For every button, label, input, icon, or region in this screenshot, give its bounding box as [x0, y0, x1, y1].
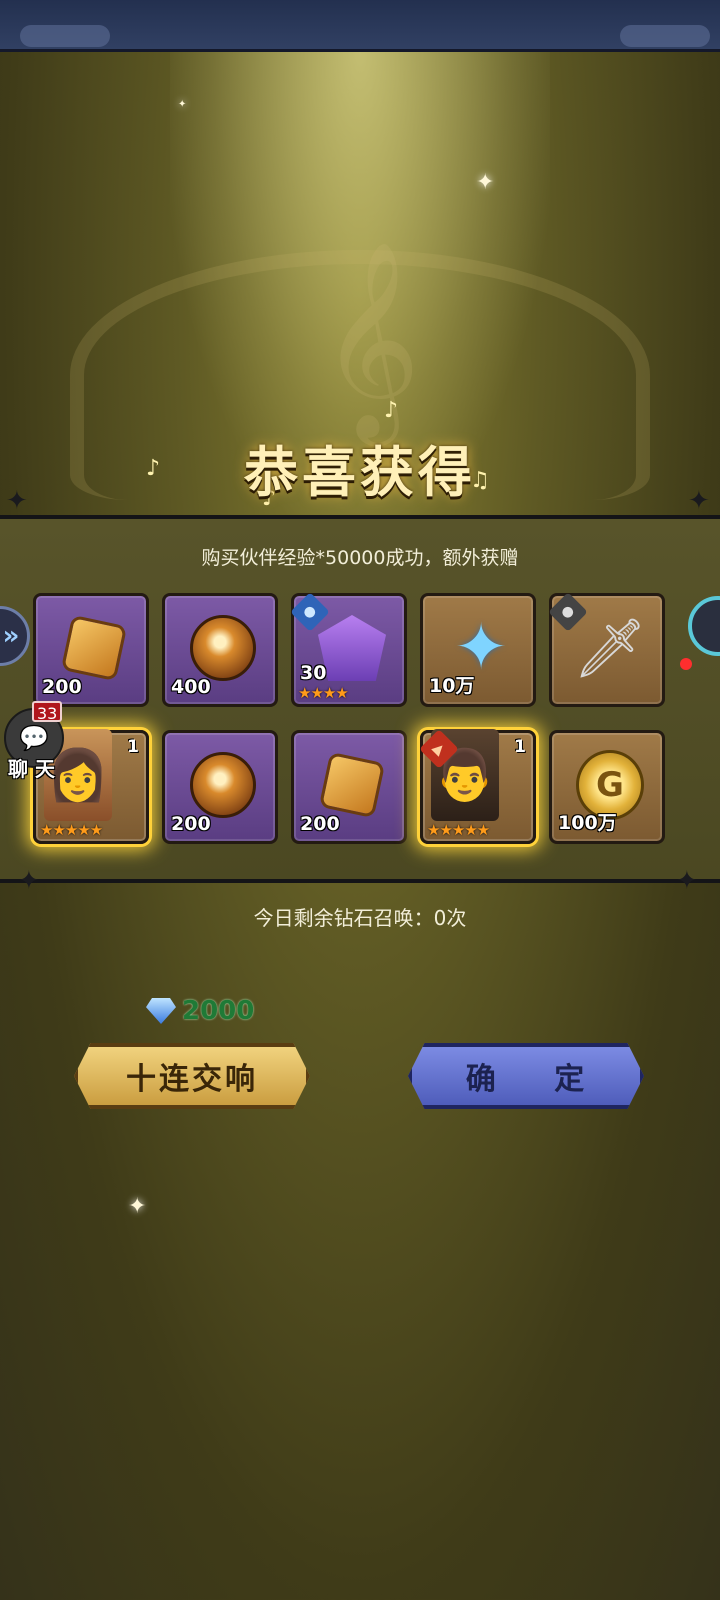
hooded-hero-shard-icon	[318, 614, 386, 682]
chat-unread-badge: 33	[32, 701, 63, 723]
chat-bubble-icon: 💬	[19, 724, 49, 752]
item-quantity: 200	[300, 813, 340, 835]
sparkle-icon: ✦	[476, 170, 495, 195]
ore-shard-icon	[60, 614, 128, 682]
sword-icon: 🗡	[573, 614, 647, 682]
reward-item-hero-man[interactable]: ▲ 👨 1 ★★★★★	[419, 729, 536, 844]
diamond-cost: 2000	[182, 996, 255, 1026]
treble-clef-emblem: 𝄞	[320, 240, 421, 438]
page-title: 恭喜获得	[244, 440, 476, 504]
item-quantity: 30	[300, 662, 327, 684]
item-quantity: 200	[42, 676, 82, 698]
remaining-summons-text: 今日剩余钻石召唤：0次	[253, 906, 467, 930]
reward-item-ore[interactable]: 200	[291, 730, 407, 844]
top-bar	[0, 0, 720, 52]
reward-item-sword[interactable]: ● 🗡	[548, 592, 665, 707]
ten-pull-button[interactable]: 十连交响	[74, 1043, 310, 1109]
reward-item-exp[interactable]: ✦ 10万	[420, 593, 536, 707]
corner-ornament-icon: ✦	[18, 866, 40, 896]
cloud-decoration	[20, 25, 110, 47]
ore-shard-icon	[318, 751, 386, 819]
item-count: 1	[514, 737, 526, 757]
reward-item-ore[interactable]: 200	[33, 593, 149, 707]
notification-dot	[680, 658, 692, 670]
chat-label: 聊 天	[8, 757, 55, 781]
reward-item-hero-shard[interactable]: ● 30 ★★★★	[290, 592, 407, 707]
item-count: 1	[127, 737, 139, 757]
item-stars: ★★★★	[298, 684, 349, 702]
reward-item-orb[interactable]: 400	[162, 593, 278, 707]
cloud-decoration	[620, 25, 710, 47]
diamond-icon	[146, 998, 176, 1024]
reward-message: 购买伙伴经验*50000成功，额外获赠	[201, 547, 519, 569]
fire-orb-icon	[189, 751, 257, 819]
item-quantity: 400	[171, 676, 211, 698]
fire-orb-icon	[189, 614, 257, 682]
item-quantity: 10万	[429, 675, 475, 697]
corner-ornament-icon: ✦	[688, 486, 710, 516]
confirm-button[interactable]: 确 定	[408, 1043, 644, 1109]
sparkle-icon: ✦	[128, 1194, 147, 1219]
reward-item-gold[interactable]: G 100万	[549, 730, 665, 844]
item-quantity: 100万	[558, 812, 617, 834]
item-stars: ★★★★★	[427, 821, 490, 839]
reward-grid: 200 400 ● 30 ★★★★ ✦ 10万 ● 🗡 👩 1 ★★★★★ 20…	[33, 592, 673, 853]
item-stars: ★★★★★	[40, 821, 103, 839]
item-quantity: 200	[171, 813, 211, 835]
corner-ornament-icon: ✦	[676, 866, 698, 896]
music-note-icon: ♪	[384, 398, 399, 423]
corner-ornament-icon: ✦	[6, 486, 28, 516]
sparkle-icon: ✦	[178, 99, 187, 110]
reward-item-orb[interactable]: 200	[162, 730, 278, 844]
